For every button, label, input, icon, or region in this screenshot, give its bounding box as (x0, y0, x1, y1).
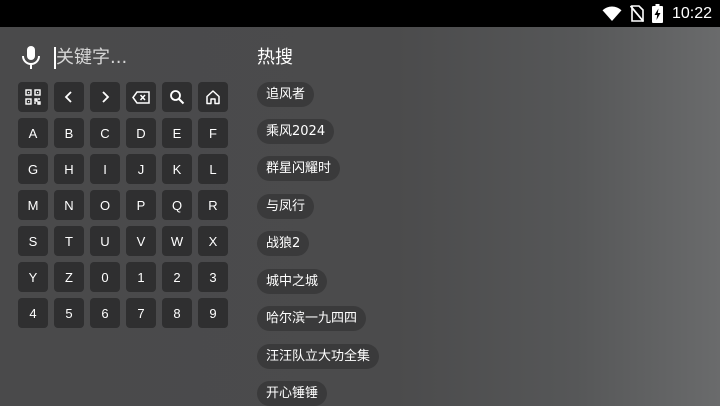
key-u[interactable]: U (90, 226, 120, 256)
search-input[interactable]: 关键字... (54, 44, 204, 72)
backspace-icon (132, 90, 150, 104)
key-s[interactable]: S (18, 226, 48, 256)
battery-charging-icon (651, 4, 663, 23)
key-e[interactable]: E (162, 118, 192, 148)
hot-search-title: 热搜 (257, 47, 293, 68)
key-3[interactable]: 3 (198, 262, 228, 292)
search-key[interactable] (162, 82, 192, 112)
chevron-right-icon (102, 91, 110, 103)
home-key[interactable] (198, 82, 228, 112)
key-o[interactable]: O (90, 190, 120, 220)
key-n[interactable]: N (54, 190, 84, 220)
key-c[interactable]: C (90, 118, 120, 148)
key-v[interactable]: V (126, 226, 156, 256)
key-d[interactable]: D (126, 118, 156, 148)
key-y[interactable]: Y (18, 262, 48, 292)
search-row: 关键字... (20, 44, 204, 72)
qr-code-icon (25, 89, 41, 105)
key-z[interactable]: Z (54, 262, 84, 292)
key-0[interactable]: 0 (90, 262, 120, 292)
hot-search-item[interactable]: 群星闪耀时 (257, 156, 341, 181)
chevron-left-icon (64, 91, 72, 103)
key-i[interactable]: I (90, 154, 120, 184)
key-7[interactable]: 7 (126, 298, 156, 328)
key-h[interactable]: H (54, 154, 84, 184)
key-4[interactable]: 4 (18, 298, 48, 328)
hot-search-item[interactable]: 战狼2 (257, 231, 310, 256)
hot-search-item[interactable]: 与凤行 (257, 194, 315, 219)
key-a[interactable]: A (18, 118, 48, 148)
key-8[interactable]: 8 (162, 298, 192, 328)
key-k[interactable]: K (162, 154, 192, 184)
search-icon (170, 90, 185, 105)
wifi-icon (602, 5, 622, 21)
hot-search-item[interactable]: 城中之城 (257, 269, 328, 294)
key-m[interactable]: M (18, 190, 48, 220)
status-bar: 10:22 (0, 0, 720, 27)
key-6[interactable]: 6 (90, 298, 120, 328)
hot-search-item[interactable]: 开心锤锤 (257, 381, 328, 406)
key-w[interactable]: W (162, 226, 192, 256)
no-sim-icon (629, 5, 644, 22)
status-icons: 10:22 (594, 0, 712, 27)
key-g[interactable]: G (18, 154, 48, 184)
key-x[interactable]: X (198, 226, 228, 256)
key-5[interactable]: 5 (54, 298, 84, 328)
key-q[interactable]: Q (162, 190, 192, 220)
key-j[interactable]: J (126, 154, 156, 184)
key-r[interactable]: R (198, 190, 228, 220)
hot-search-item[interactable]: 汪汪队立大功全集 (257, 344, 380, 369)
hot-search-item[interactable]: 乘风2024 (257, 119, 335, 144)
home-icon (206, 90, 220, 105)
virtual-keyboard: A B C D E F G H I J K L M N O P Q R S T … (18, 82, 228, 328)
key-f[interactable]: F (198, 118, 228, 148)
hot-search-item[interactable]: 哈尔滨一九四四 (257, 306, 367, 331)
key-p[interactable]: P (126, 190, 156, 220)
key-b[interactable]: B (54, 118, 84, 148)
key-9[interactable]: 9 (198, 298, 228, 328)
cursor-left-key[interactable] (54, 82, 84, 112)
key-2[interactable]: 2 (162, 262, 192, 292)
status-time: 10:22 (671, 4, 712, 22)
microphone-icon[interactable] (20, 45, 42, 71)
key-l[interactable]: L (198, 154, 228, 184)
key-t[interactable]: T (54, 226, 84, 256)
qr-code-key[interactable] (18, 82, 48, 112)
key-1[interactable]: 1 (126, 262, 156, 292)
hot-search-item[interactable]: 追风者 (257, 82, 315, 107)
search-placeholder: 关键字... (56, 47, 128, 68)
cursor-right-key[interactable] (90, 82, 120, 112)
backspace-key[interactable] (126, 82, 156, 112)
